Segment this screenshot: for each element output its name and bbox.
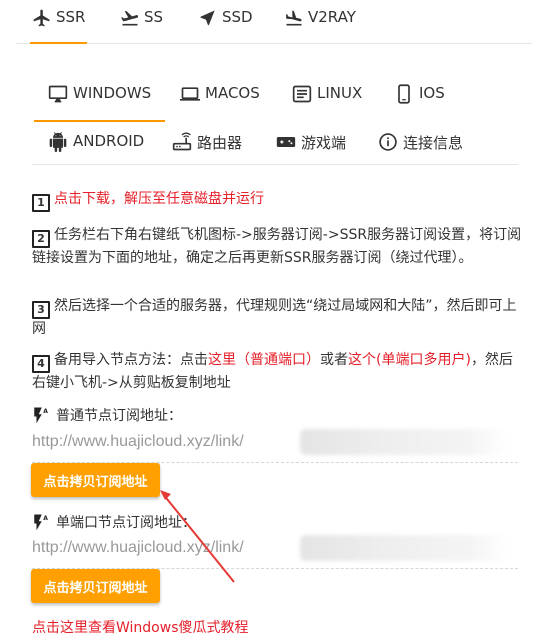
tab-windows[interactable]: WINDOWS <box>33 84 166 122</box>
step-number: 1 <box>32 194 50 212</box>
step-2: 2 任务栏右下角右键纸飞机图标->服务器订阅->SSR服务器订阅设置，将订阅链接设… <box>32 225 522 269</box>
android-icon <box>49 132 67 152</box>
desktop-monitor-icon <box>48 85 68 103</box>
single-port-link[interactable]: 这个(单端口多用户) <box>348 352 471 368</box>
tab-router[interactable]: 路由器 <box>172 132 242 168</box>
flash-auto-icon: A <box>34 514 48 531</box>
step-3-text: 然后选择一个合适的服务器，代理规则选“绕过局域网和大陆”，然后即可上网 <box>32 298 517 337</box>
router-icon <box>172 132 192 151</box>
step-2-text: 任务栏右下角右键纸飞机图标->服务器订阅->SSR服务器订阅设置，将订阅链接设置… <box>32 227 522 266</box>
tab-ss[interactable]: SS <box>120 8 163 44</box>
download-link[interactable]: 点击下载，解压至任意磁盘并运行 <box>54 191 264 207</box>
step-number: 4 <box>32 355 50 373</box>
tab-linux[interactable]: LINUX <box>292 84 362 120</box>
tab-connection-info[interactable]: 连接信息 <box>378 132 463 168</box>
tab-ios-label: IOS <box>419 84 445 102</box>
tab-linux-label: LINUX <box>317 84 363 102</box>
tab-android[interactable]: ANDROID <box>48 132 144 168</box>
laptop-icon <box>180 87 200 101</box>
svg-text:A: A <box>43 515 48 522</box>
tab-ios[interactable]: IOS <box>394 84 445 120</box>
copy-single-subscription-button[interactable]: 点击拷贝订阅地址 <box>31 569 160 603</box>
tab-game-client-label: 游戏端 <box>301 134 347 152</box>
gamepad-icon <box>276 137 296 147</box>
airplane-takeoff-icon <box>33 9 50 27</box>
tab-windows-label: WINDOWS <box>73 84 152 102</box>
tab-ss-label: SS <box>144 8 164 26</box>
tab-macos-label: MACOS <box>205 84 260 102</box>
step-number: 2 <box>32 230 50 248</box>
single-url-row <box>32 533 518 569</box>
redacted-token <box>300 429 510 455</box>
os-tabs-divider <box>32 164 518 165</box>
terminal-icon <box>292 85 312 103</box>
tab-ssr-label: SSR <box>56 8 86 26</box>
normal-port-link[interactable]: 这里（普通端口） <box>208 352 320 368</box>
airplane-landing-icon <box>286 10 302 26</box>
normal-subscription-url[interactable] <box>32 433 332 451</box>
step-4-prefix: 备用导入节点方法：点击 <box>54 352 208 368</box>
tab-v2ray-label: V2RAY <box>308 8 356 26</box>
single-subscription-url[interactable] <box>32 539 332 557</box>
single-subscription-text: 单端口节点订阅地址： <box>56 515 196 531</box>
normal-subscription-label: A 普通节点订阅地址： <box>32 405 182 425</box>
tab-game-client[interactable]: 游戏端 <box>276 132 346 168</box>
normal-subscription-text: 普通节点订阅地址： <box>56 408 182 424</box>
copy-normal-subscription-button[interactable]: 点击拷贝订阅地址 <box>31 463 160 497</box>
phone-icon <box>398 84 410 104</box>
info-icon <box>379 133 397 151</box>
step-1: 1 点击下载，解压至任意磁盘并运行 <box>32 189 522 212</box>
step-4-mid: 或者 <box>320 352 348 368</box>
windows-tutorial-link[interactable]: 点击这里查看Windows傻瓜式教程 <box>32 617 249 637</box>
tab-router-label: 路由器 <box>197 134 243 152</box>
svg-text:A: A <box>43 408 48 415</box>
tab-ssd[interactable]: SSD <box>198 8 253 44</box>
tab-android-label: ANDROID <box>73 132 145 150</box>
tab-macos[interactable]: MACOS <box>180 84 260 120</box>
single-subscription-label: A 单端口节点订阅地址： <box>32 512 196 532</box>
navigation-arrow-icon <box>200 10 215 26</box>
step-number: 3 <box>32 301 50 319</box>
tab-connection-info-label: 连接信息 <box>403 134 464 152</box>
normal-url-row <box>32 427 518 463</box>
tab-ssd-label: SSD <box>222 8 253 26</box>
airplane-takeoff-icon <box>121 11 139 26</box>
tab-v2ray[interactable]: V2RAY <box>284 8 356 44</box>
flash-auto-icon: A <box>34 407 48 424</box>
tab-ssr[interactable]: SSR <box>29 8 88 44</box>
step-3: 3 然后选择一个合适的服务器，代理规则选“绕过局域网和大陆”，然后即可上网 <box>32 296 522 340</box>
redacted-token <box>300 535 510 561</box>
protocol-tabs: SSR SS SSD V2RAY <box>16 0 532 44</box>
step-4: 4 备用导入节点方法：点击这里（普通端口）或者这个(单端口多用户)，然后右键小飞机… <box>32 350 522 394</box>
